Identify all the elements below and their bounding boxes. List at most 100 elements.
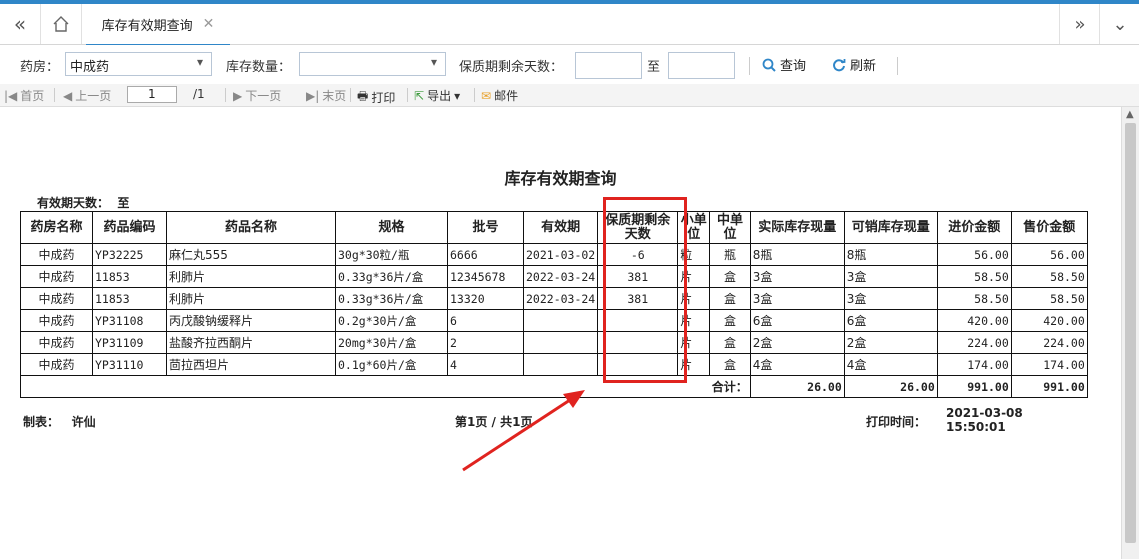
cell-batch: 12345678: [447, 265, 524, 288]
maker: 制表： 许仙: [23, 413, 96, 430]
cell-pharmacy: 中成药: [20, 287, 93, 310]
first-page-button[interactable]: |◀ 首页: [4, 87, 44, 104]
report-title: 库存有效期查询: [504, 169, 617, 188]
table-row: 中成药 11853 利肺片 0.33g*36片/盒 12345678 2022-03-24…: [20, 265, 1088, 288]
cell-sale: 420.00: [1010, 309, 1088, 332]
annotation-arrow: [462, 390, 585, 472]
chevron-down-icon[interactable]: ⌄: [1099, 4, 1139, 44]
cell-expiry: 2022-03-24: [522, 265, 599, 288]
mail-icon: ✉: [481, 88, 492, 103]
divider: [474, 88, 475, 102]
cell-pharmacy: 中成药: [20, 265, 93, 288]
cell-purchase: 420.00: [936, 309, 1012, 332]
first-page-icon: |◀: [4, 88, 18, 103]
close-icon[interactable]: ✕: [203, 16, 215, 32]
cell-batch: 6: [447, 309, 524, 332]
cell-batch: 6666: [447, 243, 524, 266]
mail-button[interactable]: ✉ 邮件: [481, 87, 518, 104]
cell-expiry: 2021-03-02: [522, 243, 599, 266]
cell-spec: 30g*30粒/瓶: [335, 243, 448, 266]
divider: [54, 88, 55, 102]
pharmacy-value: 中成药: [70, 60, 110, 75]
next-page-label: 下一页: [245, 89, 282, 103]
export-label: 导出: [427, 89, 452, 103]
cell-sellable: 2盒: [843, 331, 938, 354]
last-page-button[interactable]: ▶| 末页: [306, 87, 346, 104]
tab-bar: « 库存有效期查询 ✕ » ⌄: [0, 4, 1139, 46]
cell-name: 盐酸齐拉西酮片: [166, 331, 336, 354]
scroll-left-icon[interactable]: «: [0, 4, 41, 44]
cell-code: YP31108: [92, 309, 167, 332]
col-spec: 规格: [335, 211, 448, 244]
cell-expiry: 2022-03-24: [522, 287, 599, 310]
print-date: 2021-03-08: [946, 406, 1023, 420]
pharmacy-select[interactable]: 中成药 ▾: [65, 52, 212, 76]
cell-purchase: 224.00: [936, 331, 1012, 354]
col-actual-stock: 实际库存现量: [749, 211, 845, 244]
shelf-days-to-input[interactable]: [668, 52, 735, 79]
shelf-days-label: 保质期剩余天数：: [459, 60, 564, 75]
table-row: 中成药 YP31108 丙戊酸钠缓释片 0.2g*30片/盒 6 片盒 6盒 6盒 420.00…: [20, 309, 1088, 332]
cell-code: 11853: [92, 287, 167, 310]
scroll-right-icon[interactable]: »: [1059, 4, 1100, 44]
cell-sale: 174.00: [1010, 353, 1088, 376]
cell-sale: 56.00: [1010, 243, 1088, 266]
mail-label: 邮件: [494, 89, 519, 103]
col-pharmacy: 药房名称: [20, 211, 93, 244]
cell-sellable: 8瓶: [843, 243, 938, 266]
print-time: 2021-03-08 15:50:01: [946, 406, 1023, 434]
cell-sellable: 6盒: [843, 309, 938, 332]
scroll-up-icon[interactable]: ▲: [1126, 109, 1134, 120]
total-sale: 991.00: [1010, 375, 1088, 398]
cell-actual: 3盒: [749, 287, 845, 310]
print-time-label: 打印时间：: [866, 415, 927, 429]
col-purchase-amount: 进价金额: [936, 211, 1012, 244]
first-page-label: 首页: [20, 89, 45, 103]
chevron-down-icon: ▾: [196, 55, 203, 69]
report-page: 库存有效期查询 有效期天数： 至 药房名称 药品编码 药品名称 规格 批号 有效…: [0, 107, 1121, 559]
vertical-scrollbar[interactable]: ▲: [1121, 107, 1139, 559]
total-label: 合计：: [709, 375, 751, 398]
cell-name: 麻仁丸555: [166, 243, 336, 266]
total-purchase: 991.00: [936, 375, 1012, 398]
print-button[interactable]: 🖶 打印: [357, 87, 395, 108]
cell-name: 利肺片: [166, 287, 336, 310]
scrollbar-thumb[interactable]: [1125, 123, 1136, 543]
home-icon[interactable]: [41, 4, 82, 44]
tab-stock-expiry[interactable]: 库存有效期查询 ✕: [86, 4, 230, 46]
stock-qty-select[interactable]: ▾: [299, 52, 446, 76]
query-label: 查询: [780, 59, 807, 74]
cell-actual: 2盒: [749, 331, 845, 354]
cell-purchase: 174.00: [936, 353, 1012, 376]
export-button[interactable]: ⇱ 导出 ▾: [414, 87, 460, 104]
cell-mid: 盒: [709, 353, 751, 376]
query-button[interactable]: 查询: [762, 55, 806, 74]
cell-purchase: 58.50: [936, 265, 1012, 288]
cell-sellable: 3盒: [843, 265, 938, 288]
page-number-input[interactable]: 1: [127, 86, 177, 103]
refresh-button[interactable]: 刷新: [832, 55, 876, 74]
chevron-down-icon: ▾: [430, 55, 437, 69]
export-icon: ⇱: [414, 88, 425, 103]
cell-mid: 瓶: [709, 243, 751, 266]
shelf-days-from-input[interactable]: [575, 52, 642, 79]
maker-label: 制表：: [23, 415, 60, 429]
prev-page-button[interactable]: ◀ 上一页: [63, 87, 111, 104]
col-batch: 批号: [447, 211, 524, 244]
divider: [407, 88, 408, 102]
cell-code: 11853: [92, 265, 167, 288]
cell-purchase: 58.50: [936, 287, 1012, 310]
cell-pharmacy: 中成药: [20, 353, 93, 376]
col-mid-unit-line2: 位: [723, 226, 737, 242]
cell-sale: 58.50: [1010, 265, 1088, 288]
cell-sellable: 4盒: [843, 353, 938, 376]
cell-batch: 13320: [447, 287, 524, 310]
next-page-button[interactable]: ▶ 下一页: [233, 87, 281, 104]
refresh-icon: [833, 58, 846, 71]
table-row: 中成药 YP32225 麻仁丸555 30g*30粒/瓶 6666 2021-03-02-…: [20, 243, 1088, 266]
col-mid-unit-line1: 中单: [717, 212, 744, 228]
maker-name: 许仙: [71, 415, 96, 429]
prev-page-label: 上一页: [75, 89, 112, 103]
refresh-label: 刷新: [850, 59, 877, 74]
table-header-row: 药房名称 药品编码 药品名称 规格 批号 有效期 保质期剩余 天数 小单位 中单位…: [20, 211, 1088, 244]
